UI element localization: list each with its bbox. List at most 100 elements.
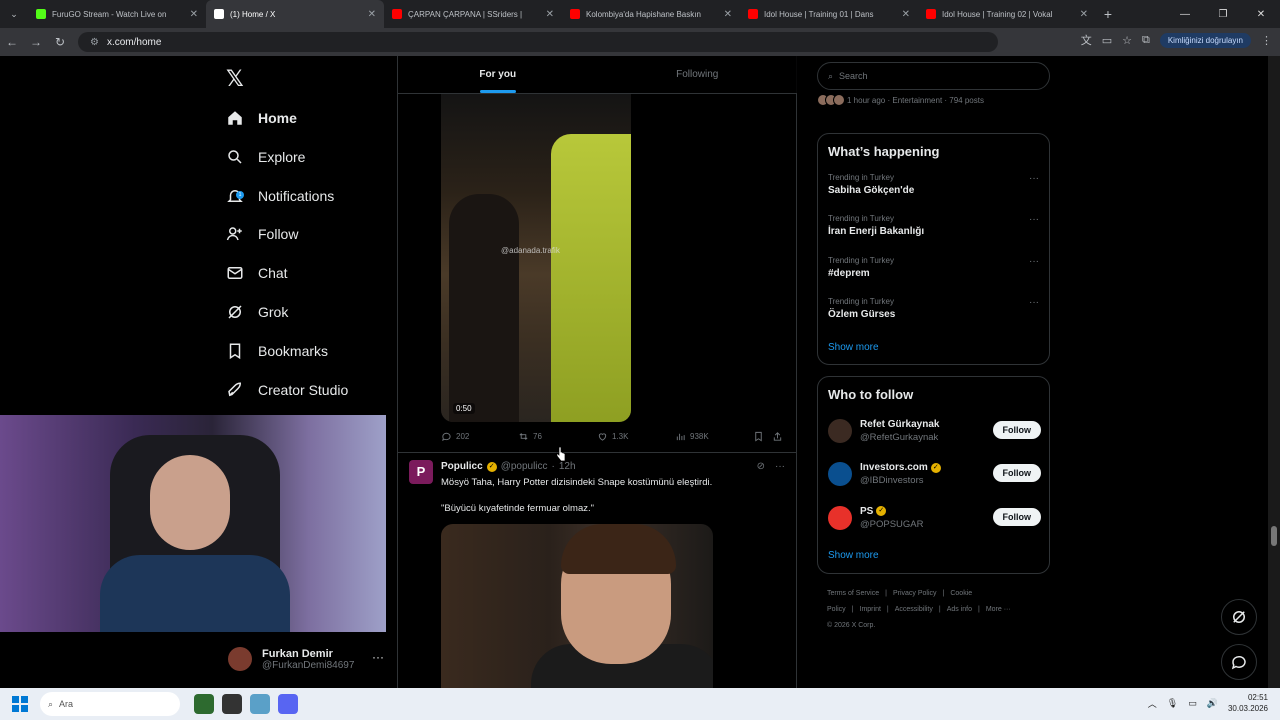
trend-item[interactable]: Trending in Turkey İran Enerji Bakanlığı… [828, 214, 1043, 237]
grok-explain-icon[interactable]: ⊘ [757, 461, 765, 472]
settings-app-icon[interactable] [250, 694, 270, 714]
follow-suggestion[interactable]: Refet Gürkaynak @RefetGurkaynak Follow [828, 416, 1041, 446]
follow-suggestion[interactable]: Investors.com ✓ @IBDinvestors Follow [828, 459, 1041, 489]
footer-link[interactable]: Ads info [947, 606, 972, 613]
post-more-icon[interactable]: ··· [775, 461, 785, 472]
tab-close-icon[interactable]: ✕ [190, 9, 198, 20]
nav-item-follow[interactable]: Follow [226, 218, 298, 250]
follow-button[interactable]: Follow [992, 421, 1041, 439]
new-tab-button[interactable]: + [1096, 6, 1120, 22]
browser-tab[interactable]: Kolombiya'da Hapishane Baskın ✕ [562, 0, 740, 28]
tab-close-icon[interactable]: ✕ [724, 9, 732, 20]
live-event-meta[interactable]: 1 hour ago · Entertainment · 794 posts [817, 94, 1050, 106]
site-info-icon[interactable]: ⚙ [90, 37, 99, 48]
nav-item-bookmarks[interactable]: Bookmarks [226, 335, 328, 367]
verify-identity-button[interactable]: Kimliğinizi doğrulayın [1159, 32, 1251, 48]
reload-icon[interactable]: ↻ [48, 35, 72, 49]
more-icon[interactable]: ··· [372, 650, 384, 664]
trend-more-icon[interactable]: ··· [1029, 214, 1039, 225]
url-field[interactable]: ⚙ x.com/home [78, 32, 998, 52]
scrollbar-thumb[interactable] [1271, 526, 1277, 546]
avatar[interactable] [828, 462, 852, 487]
page-scrollbar[interactable] [1268, 56, 1280, 688]
extensions-icon[interactable]: ⧉ [1142, 34, 1150, 47]
x-logo-icon[interactable]: 𝕏 [226, 66, 244, 92]
footer-link[interactable]: Imprint [860, 606, 881, 613]
chrome-icon[interactable] [194, 694, 214, 714]
post-video[interactable] [441, 524, 713, 694]
tab-for-you[interactable]: For you [398, 56, 598, 93]
trend-more-icon[interactable]: ··· [1029, 256, 1039, 267]
browser-menu-icon[interactable]: ⋮ [1261, 34, 1272, 47]
follow-suggestion[interactable]: PS ✓ @POPSUGAR Follow [828, 503, 1041, 533]
grok-button[interactable] [1221, 599, 1257, 635]
taskbar-search[interactable]: ⌕ Ara [40, 692, 180, 716]
footer-link[interactable]: More ··· [986, 606, 1011, 613]
search-input[interactable]: ⌕ Search [817, 62, 1050, 90]
nav-item-notifications[interactable]: 1 Notifications [226, 180, 334, 212]
avatar[interactable] [828, 419, 852, 443]
wtf-show-more-link[interactable]: Show more [828, 550, 879, 561]
clock[interactable]: 02:51 30.03.2026 [1228, 692, 1268, 714]
trend-item[interactable]: Trending in Turkey Sabiha Gökçen'de ··· [828, 173, 1043, 196]
trends-show-more-link[interactable]: Show more [828, 342, 879, 353]
avatar[interactable] [828, 505, 852, 530]
cast-icon[interactable]: ▭ [1102, 34, 1112, 47]
post-video[interactable]: @adanada.trafik 0:50 [441, 94, 631, 422]
tray-chevron-icon[interactable]: ︿ [1148, 697, 1157, 710]
reply-button[interactable]: 202 [441, 431, 469, 442]
back-icon[interactable]: ← [0, 35, 24, 49]
browser-tab[interactable]: Idol House | Training 02 | Vokal ✕ [918, 0, 1096, 28]
windows-start-icon[interactable] [0, 696, 40, 712]
restore-icon[interactable]: ❐ [1204, 0, 1242, 28]
tab-close-icon[interactable]: ✕ [368, 9, 376, 20]
post-author-name[interactable]: Populicc [441, 461, 483, 472]
account-switcher[interactable]: Furkan Demir @FurkanDemi84697 ··· [228, 642, 388, 676]
forward-icon[interactable]: → [24, 35, 48, 49]
minimize-icon[interactable]: — [1166, 0, 1204, 28]
translate-icon[interactable]: 文 [1081, 32, 1092, 48]
trend-more-icon[interactable]: ··· [1029, 173, 1039, 184]
footer-link[interactable]: Accessibility [895, 606, 933, 613]
bookmark-button[interactable] [753, 431, 764, 442]
discord-icon[interactable] [278, 694, 298, 714]
close-window-icon[interactable]: ✕ [1242, 0, 1280, 28]
tab-following[interactable]: Following [598, 56, 798, 93]
follow-button[interactable]: Follow [992, 464, 1041, 483]
tab-close-icon[interactable]: ✕ [902, 9, 910, 20]
trend-item[interactable]: Trending in Turkey #deprem ··· [828, 256, 1043, 279]
trend-more-icon[interactable]: ··· [1029, 297, 1039, 308]
bookmark-star-icon[interactable]: ☆ [1122, 34, 1132, 47]
footer-link[interactable]: Terms of Service [827, 590, 879, 597]
populicc-avatar[interactable]: P [409, 460, 433, 484]
nav-item-creator-studio[interactable]: Creator Studio [226, 374, 348, 406]
post-author-handle[interactable]: @populicc [501, 461, 548, 472]
follow-button[interactable]: Follow [992, 507, 1041, 526]
tab-favicon-icon [570, 9, 580, 19]
browser-tab[interactable]: (1) Home / X ✕ [206, 0, 384, 28]
tab-close-icon[interactable]: ✕ [1080, 9, 1088, 20]
trend-item[interactable]: Trending in Turkey Özlem Gürses ··· [828, 297, 1043, 320]
views-button[interactable]: 938K [675, 431, 709, 442]
volume-icon[interactable]: 🔊 [1207, 698, 1218, 709]
nav-item-explore[interactable]: Explore [226, 141, 305, 173]
post[interactable]: P Populicc ✓ @populicc · 12h ⊘ ··· Mösyö… [398, 453, 797, 694]
tab-search-chevron-icon[interactable]: ⌄ [0, 9, 28, 20]
network-icon[interactable]: ▭ [1188, 698, 1197, 709]
browser-tab[interactable]: FuruGO Stream - Watch Live on ✕ [28, 0, 206, 28]
browser-tab[interactable]: Idol House | Training 01 | Dans ✕ [740, 0, 918, 28]
browser-tab[interactable]: ÇARPAN ÇARPANA | SSriders | ✕ [384, 0, 562, 28]
mic-icon[interactable]: 🎙 [1167, 698, 1178, 709]
share-button[interactable] [772, 431, 783, 442]
app-icon[interactable] [222, 694, 242, 714]
messages-button[interactable] [1221, 644, 1257, 680]
post-time[interactable]: 12h [559, 461, 576, 472]
nav-item-grok[interactable]: Grok [226, 296, 288, 328]
repost-button[interactable]: 76 [518, 431, 542, 442]
nav-item-chat[interactable]: Chat [226, 257, 288, 289]
nav-item-home[interactable]: Home [226, 102, 297, 134]
footer-link[interactable]: Privacy Policy [893, 590, 937, 597]
heart-icon [598, 433, 607, 441]
tab-close-icon[interactable]: ✕ [546, 9, 554, 20]
like-button[interactable]: 1.3K [597, 431, 628, 442]
